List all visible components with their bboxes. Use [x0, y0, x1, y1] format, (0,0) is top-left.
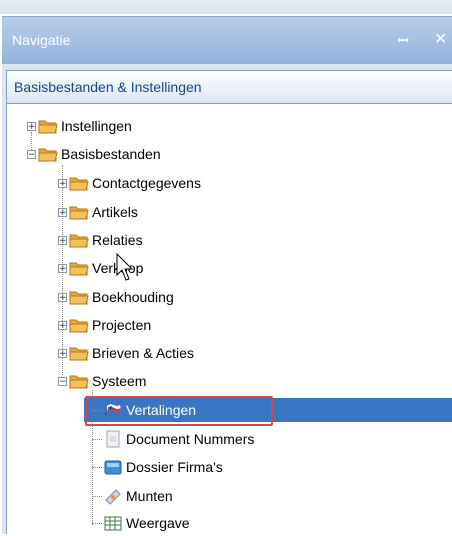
dossier-icon	[103, 458, 123, 476]
tree-item-artikels[interactable]: + Artikels	[58, 201, 138, 223]
tree-item-label: Projecten	[92, 317, 152, 333]
expand-icon[interactable]: +	[27, 121, 36, 131]
folder-icon	[69, 231, 89, 249]
folder-icon	[38, 145, 58, 163]
tree-item-label: Contactgegevens	[92, 175, 201, 191]
tree-item-label: Artikels	[92, 204, 138, 220]
tree-item-dossier-firmas[interactable]: Dossier Firma's	[92, 456, 223, 478]
folder-icon	[69, 174, 89, 192]
mouse-pointer-icon	[116, 253, 134, 281]
highlight-annotation-box	[85, 396, 273, 426]
tree-connector	[92, 522, 102, 524]
expand-icon[interactable]: +	[58, 178, 67, 188]
folder-icon	[69, 259, 89, 277]
pin-icon[interactable]: ꟷ	[398, 31, 409, 49]
panel-title: Navigatie	[12, 32, 71, 48]
folder-icon	[69, 344, 89, 362]
expand-icon[interactable]: +	[58, 348, 67, 358]
folder-icon	[69, 372, 89, 390]
collapse-icon[interactable]: −	[58, 376, 67, 386]
tree-item-brieven-acties[interactable]: + Brieven & Acties	[58, 342, 194, 364]
tree-item-contactgegevens[interactable]: + Contactgegevens	[58, 172, 201, 194]
tree-item-label: Relaties	[92, 232, 143, 248]
tree-item-relaties[interactable]: + Relaties	[58, 229, 143, 251]
folder-icon	[38, 117, 58, 135]
folder-icon	[69, 203, 89, 221]
tree-item-label: Brieven & Acties	[92, 345, 194, 361]
window-top-strip	[0, 0, 452, 14]
tree-connector	[92, 495, 102, 497]
tree-item-weergave[interactable]: Weergave	[92, 512, 190, 534]
folder-icon	[69, 316, 89, 334]
tree-item-systeem[interactable]: − Systeem	[58, 370, 146, 392]
section-header-label: Basisbestanden & Instellingen	[14, 79, 202, 95]
tree-item-label: Basisbestanden	[61, 146, 161, 162]
tree-connector	[92, 466, 102, 468]
tree-item-label: Document Nummers	[126, 431, 255, 447]
close-icon[interactable]: ✕	[434, 29, 447, 48]
tree-item-document-nummers[interactable]: Document Nummers	[92, 428, 254, 450]
expand-icon[interactable]: +	[58, 235, 67, 245]
tree-item-munten[interactable]: Munten	[92, 485, 173, 507]
tree-item-basisbestanden[interactable]: − Basisbestanden	[27, 143, 161, 165]
tree-item-label: Systeem	[92, 373, 147, 389]
tree-item-label: Dossier Firma's	[126, 459, 223, 475]
document-numbers-icon	[103, 430, 123, 448]
navigation-panel-titlebar: Navigatie ꟷ ✕	[2, 16, 452, 64]
section-header[interactable]: Basisbestanden & Instellingen	[6, 70, 452, 104]
tree-item-label: Boekhouding	[92, 289, 174, 305]
tree-item-instellingen[interactable]: + Instellingen	[27, 115, 132, 137]
expand-icon[interactable]: +	[58, 207, 67, 217]
expand-icon[interactable]: +	[58, 292, 67, 302]
grid-icon	[103, 514, 123, 532]
coins-icon	[103, 487, 123, 505]
tree-item-label: Instellingen	[61, 118, 132, 134]
tree-item-label: Munten	[126, 488, 173, 504]
expand-icon[interactable]: +	[58, 263, 67, 273]
tree-connector	[92, 438, 102, 440]
folder-icon	[69, 288, 89, 306]
expand-icon[interactable]: +	[58, 320, 67, 330]
collapse-icon[interactable]: −	[27, 149, 36, 159]
tree-item-boekhouding[interactable]: + Boekhouding	[58, 286, 174, 308]
tree-item-projecten[interactable]: + Projecten	[58, 314, 151, 336]
